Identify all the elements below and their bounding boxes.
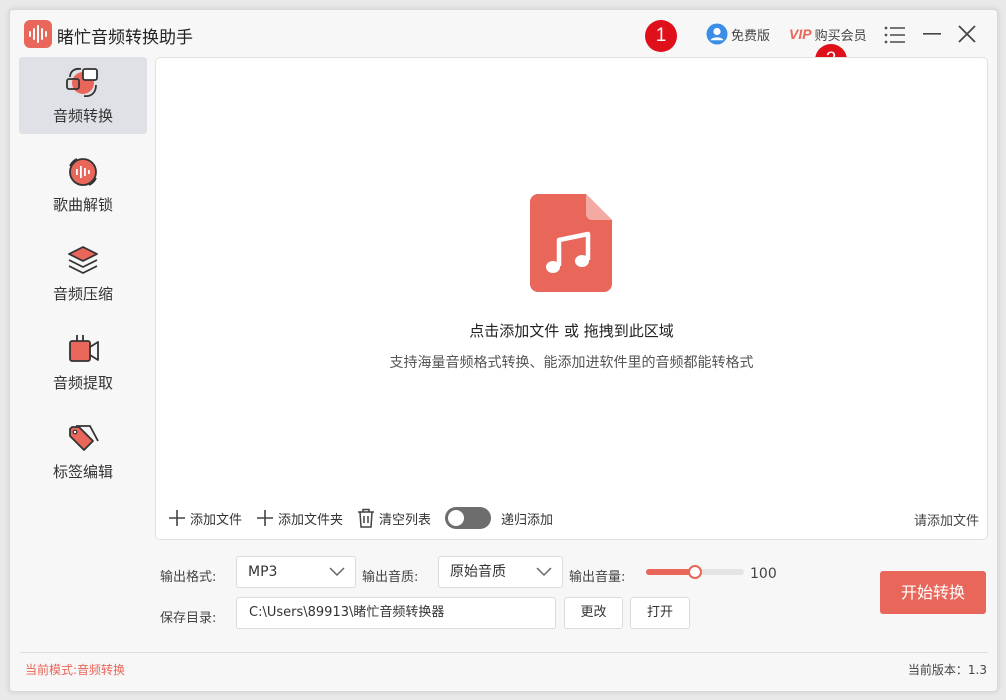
sidebar-item-audio-compress[interactable]: 音频压缩	[19, 235, 147, 312]
quality-select-value: 原始音质	[450, 564, 506, 580]
buy-membership-label: 购买会员	[814, 28, 867, 44]
add-folder-label: 添加文件夹	[278, 512, 344, 528]
menu-icon[interactable]	[884, 25, 906, 45]
user-icon	[706, 23, 728, 45]
chevron-down-icon	[329, 567, 345, 577]
song-unlock-icon	[69, 158, 97, 186]
save-dir-field[interactable]: C:\Users\89913\睹忙音频转换器	[236, 597, 556, 629]
file-drop-zone[interactable]: 点击添加文件 或 拖拽到此区域 支持海量音频格式转换、能添加进软件里的音频都能转…	[155, 57, 988, 540]
music-file-icon	[530, 194, 612, 292]
tag-edit-icon	[69, 425, 99, 451]
volume-slider[interactable]	[646, 565, 744, 579]
drop-zone-actions: 添加文件 添加文件夹 清空列表 递归添加	[168, 506, 553, 530]
format-label: 输出格式:	[160, 570, 217, 585]
sidebar-item-label: 歌曲解锁	[52, 196, 113, 214]
format-select-value: MP3	[248, 564, 278, 580]
sidebar: 音频转换 歌曲解锁 音频压缩 音频提取 标签编辑	[19, 57, 147, 502]
add-file-label: 添加文件	[190, 512, 243, 528]
volume-label: 输出音量:	[569, 570, 626, 585]
toggle-knob	[448, 510, 465, 526]
clear-list-label: 清空列表	[379, 512, 432, 528]
vip-icon: VIP	[789, 26, 812, 42]
version-status: 当前版本：1.3	[907, 663, 987, 677]
audio-convert-icon	[66, 67, 98, 98]
buy-membership-link[interactable]: VIP 购买会员	[789, 22, 867, 46]
app-title: 睹忙音频转换助手	[57, 28, 193, 48]
save-dir-label: 保存目录:	[160, 611, 217, 626]
sidebar-item-label: 音频转换	[52, 107, 113, 125]
sidebar-item-tag-edit[interactable]: 标签编辑	[19, 413, 147, 490]
add-folder-button[interactable]: 添加文件夹	[256, 509, 343, 528]
audio-compress-icon	[68, 246, 98, 274]
sidebar-item-label: 音频提取	[52, 374, 113, 392]
sidebar-item-label: 音频压缩	[52, 285, 113, 303]
sidebar-item-audio-extract[interactable]: 音频提取	[19, 324, 147, 401]
app-window: 睹忙音频转换助手 1 免费版 VIP 购买会员 2	[9, 9, 998, 692]
plus-icon	[169, 510, 185, 526]
quality-label: 输出音质:	[362, 570, 419, 585]
add-file-button[interactable]: 添加文件	[168, 509, 242, 528]
chevron-down-icon	[536, 567, 552, 577]
volume-slider-handle[interactable]	[688, 565, 702, 579]
quality-select[interactable]: 原始音质	[438, 556, 563, 588]
open-dir-button[interactable]: 打开	[630, 597, 690, 629]
volume-value: 100	[750, 566, 777, 582]
annotation-badge-1: 1	[645, 20, 677, 52]
plus-icon	[257, 510, 274, 526]
status-divider	[20, 652, 988, 653]
sidebar-item-song-unlock[interactable]: 歌曲解锁	[19, 146, 147, 223]
trash-icon	[358, 508, 375, 528]
drop-zone-title: 点击添加文件 或 拖拽到此区域	[469, 322, 674, 340]
add-file-hint: 请添加文件	[913, 514, 979, 529]
sidebar-item-label: 标签编辑	[52, 463, 113, 481]
sidebar-item-audio-convert[interactable]: 音频转换	[19, 57, 147, 134]
title-bar: 睹忙音频转换助手 1 免费版 VIP 购买会员 2	[10, 10, 997, 76]
audio-extract-icon	[69, 335, 99, 362]
close-icon[interactable]	[958, 25, 976, 43]
change-dir-button[interactable]: 更改	[564, 597, 623, 629]
minimize-icon[interactable]	[923, 25, 941, 43]
recursive-add-label: 递归添加	[501, 512, 554, 528]
free-version-label: 免费版	[731, 28, 771, 44]
clear-list-button[interactable]: 清空列表	[357, 508, 431, 528]
drop-zone-subtitle: 支持海量音频格式转换、能添加进软件里的音频都能转格式	[389, 355, 754, 371]
start-convert-button[interactable]: 开始转换	[880, 571, 986, 614]
recursive-add-toggle[interactable]	[445, 507, 492, 529]
format-select[interactable]: MP3	[236, 556, 356, 588]
current-mode-status: 当前模式:音频转换	[25, 663, 126, 677]
free-version-link[interactable]: 免费版	[706, 22, 770, 46]
app-logo-icon	[24, 20, 52, 48]
